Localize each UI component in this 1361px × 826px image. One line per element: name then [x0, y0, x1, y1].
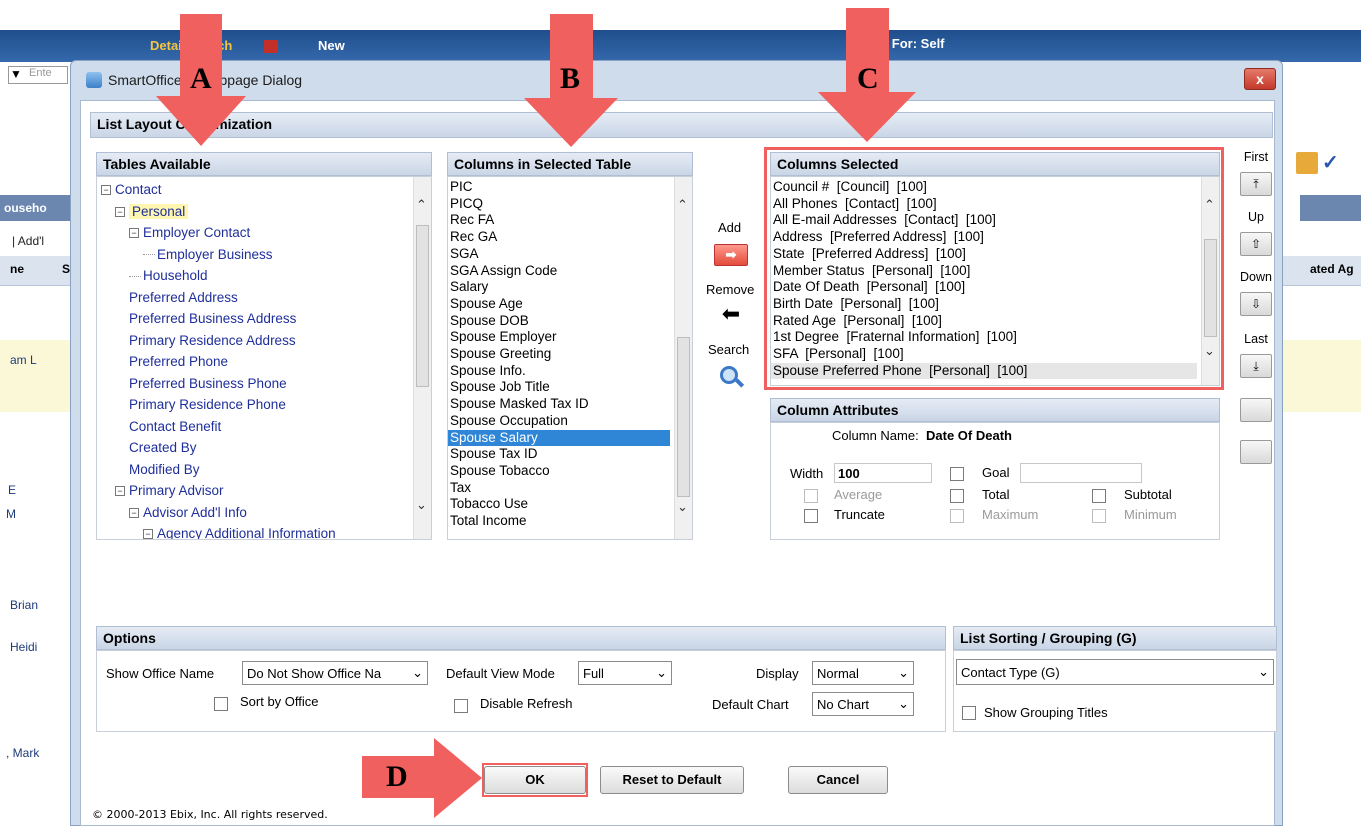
annotation-arrow-d: [362, 738, 482, 818]
marker-d: D: [386, 760, 408, 793]
marker-c: C: [857, 62, 879, 95]
annotation-overlay: [156, 8, 916, 818]
marker-a: A: [190, 62, 212, 95]
marker-b: B: [560, 62, 581, 95]
